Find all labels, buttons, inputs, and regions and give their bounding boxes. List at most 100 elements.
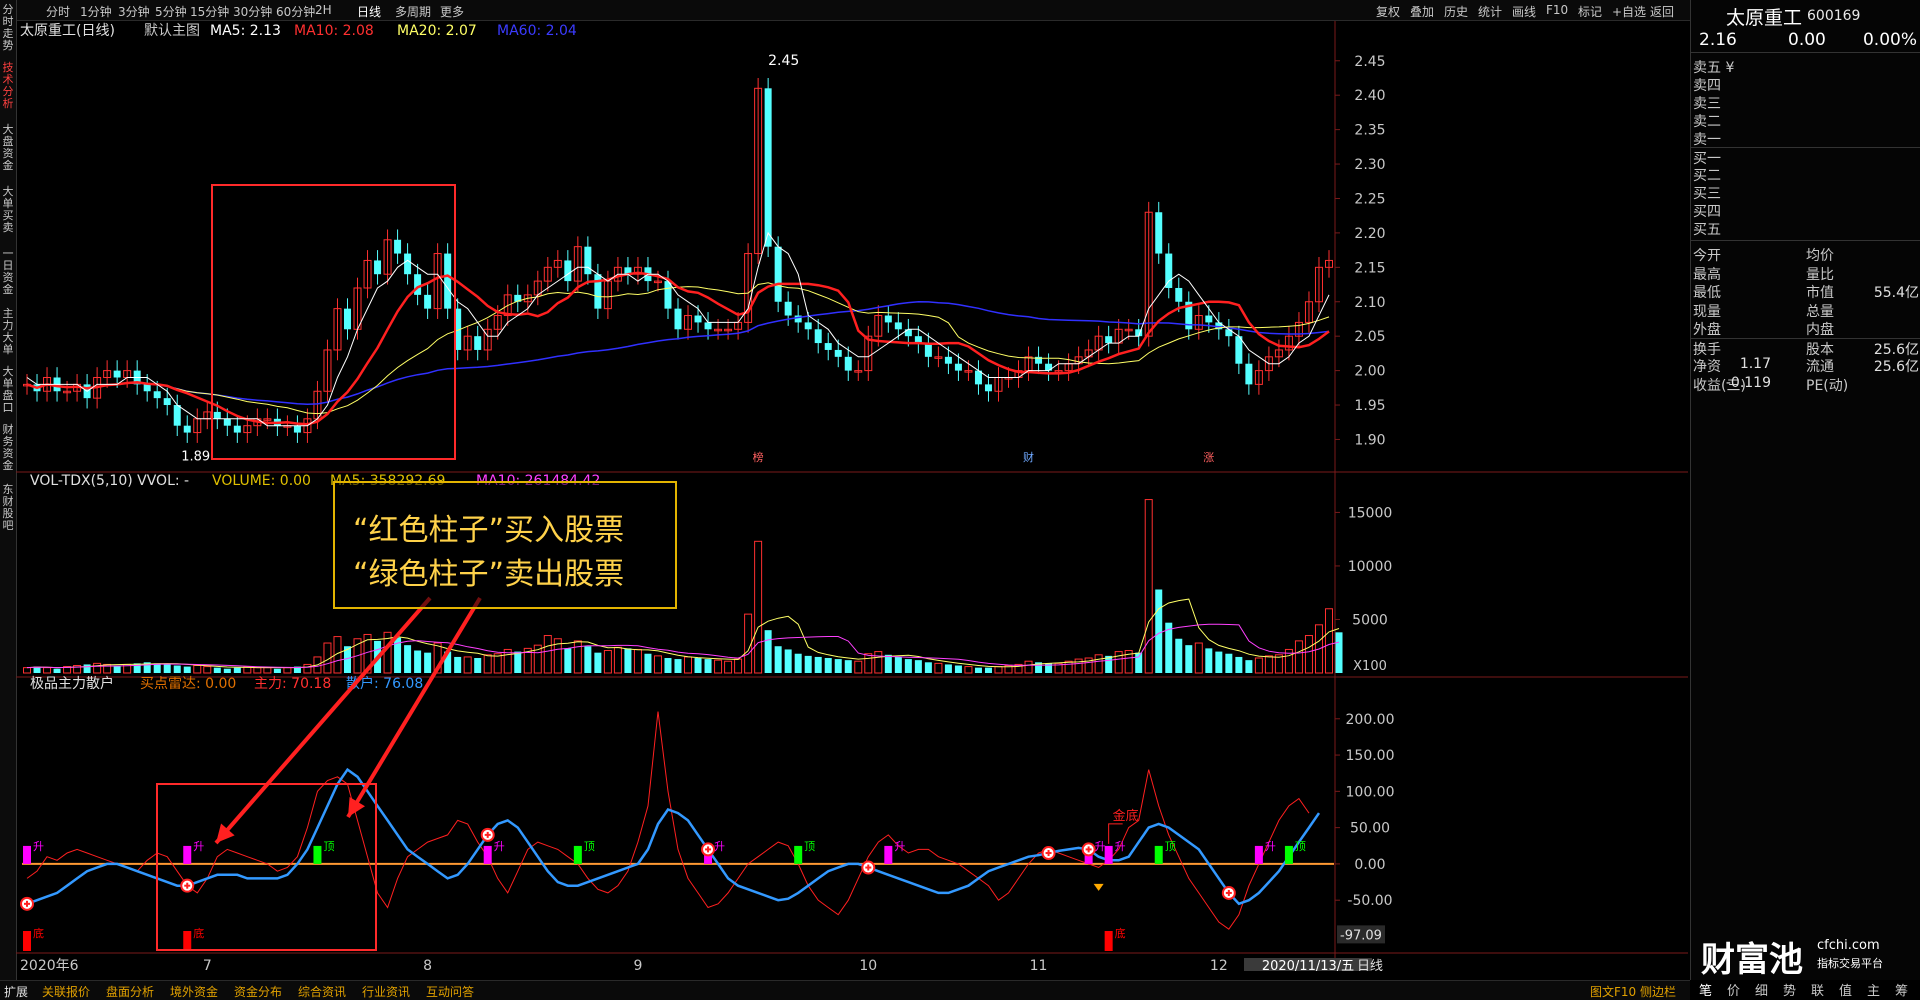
volume-bar-up <box>253 667 262 674</box>
timeframe-6[interactable]: 60分钟 <box>276 3 315 20</box>
volume-bar-up <box>1074 658 1083 674</box>
panel-tab-4[interactable]: 联 <box>1811 980 1824 999</box>
highlight-box-indicator <box>156 783 377 951</box>
y-tick-label: 15000 <box>1348 505 1393 521</box>
orderbook-label: 卖四 <box>1693 78 1721 94</box>
bottom-tab-6[interactable]: 行业资讯 <box>362 983 410 1000</box>
timeframe-2[interactable]: 3分钟 <box>118 3 150 20</box>
panel-tab-7[interactable]: 筹 <box>1895 980 1908 999</box>
panel-tab-3[interactable]: 势 <box>1783 980 1796 999</box>
volume-bar-up <box>93 662 102 674</box>
volume-bar-down <box>454 656 462 673</box>
timeframe-4[interactable]: 15分钟 <box>190 3 229 20</box>
nav-tab-4[interactable]: 一日资金 <box>1 248 15 296</box>
timeframe-9[interactable]: 多周期 <box>395 3 431 20</box>
stat-label: 市值 <box>1806 285 1834 301</box>
tool-4[interactable]: 画线 <box>1512 3 1536 20</box>
sheng-marker <box>884 845 893 864</box>
volume-bar-down <box>424 652 432 673</box>
stat-label: 内盘 <box>1806 322 1834 338</box>
jin-di-label: 金底 <box>1113 808 1139 824</box>
stock-chart[interactable]: 1.90 1.95 2.00 2.05 2.10 2.15 2.20 2.25 2.30 2.35… <box>16 21 1688 971</box>
nav-tab-1[interactable]: 技术分析 <box>1 62 15 110</box>
annotation-line-2: “绿色柱子”卖出股票 <box>353 557 625 592</box>
tool-8[interactable]: 返回 <box>1650 3 1674 20</box>
tool-6[interactable]: 标记 <box>1578 3 1602 20</box>
y-tick-label: 5000 <box>1352 612 1388 628</box>
tool-5[interactable]: F10 <box>1546 3 1568 17</box>
candle-down <box>374 260 382 275</box>
candle-down <box>143 384 151 392</box>
tool-2[interactable]: 历史 <box>1444 3 1468 20</box>
timeframe-0[interactable]: 分时 <box>46 3 70 20</box>
bottom-tab-0[interactable]: 扩展 <box>4 983 28 1000</box>
nav-tab-8[interactable]: 东财股吧 <box>1 484 15 532</box>
candle-down <box>414 274 422 295</box>
volume-bar-down <box>113 665 121 673</box>
nav-tab-3[interactable]: 大单买卖 <box>1 186 15 234</box>
candle-down <box>404 253 412 275</box>
candle-down <box>844 356 852 371</box>
orderbook-row: 卖一 <box>1691 129 1920 148</box>
panel-tab-6[interactable]: 主 <box>1867 980 1880 999</box>
candle-down <box>884 315 892 323</box>
timeframe-1[interactable]: 1分钟 <box>80 3 112 20</box>
nav-tab-0[interactable]: 分时走势 <box>1 4 15 52</box>
sheng-marker <box>1254 845 1263 864</box>
cursor-date: 2020/11/13/五 <box>1262 959 1354 971</box>
bottom-tab-4[interactable]: 资金分布 <box>234 983 282 1000</box>
bottom-tab-3[interactable]: 境外资金 <box>170 983 218 1000</box>
panel-tab-1[interactable]: 价 <box>1727 980 1740 999</box>
panel-tab-5[interactable]: 值 <box>1839 980 1852 999</box>
bottom-tab-5[interactable]: 综合资讯 <box>298 983 346 1000</box>
high-mark: 2.45 <box>768 53 799 69</box>
stat-row: 现量 总量 <box>1691 301 1920 320</box>
sidebar-toggle[interactable]: 图文F10 侧边栏 <box>1590 983 1676 1000</box>
x-tick-label: 7 <box>203 958 212 971</box>
y-tick-label: 2.25 <box>1354 191 1385 207</box>
candle-down <box>564 260 572 282</box>
orderbook-row: 卖三 <box>1691 93 1920 112</box>
vol-legend-volume: VOLUME: 0.00 <box>212 473 311 489</box>
candle-down <box>1205 315 1213 323</box>
stat-value: 25.6亿 <box>1873 359 1919 375</box>
tool-1[interactable]: 叠加 <box>1410 3 1434 20</box>
y-tick-label: 200.00 <box>1346 712 1395 728</box>
panel-tab-2[interactable]: 细 <box>1755 980 1768 999</box>
volume-bar-down <box>213 667 221 673</box>
nav-tab-6[interactable]: 大单盘口 <box>1 366 15 414</box>
nav-tab-5[interactable]: 主力大单 <box>1 308 15 356</box>
logo-tagline: 指标交易平台 <box>1817 957 1883 970</box>
bottom-tab-7[interactable]: 互动问答 <box>426 983 474 1000</box>
volume-bar-down <box>173 665 181 673</box>
candle-down <box>944 356 952 364</box>
bottom-tab-1[interactable]: 关联报价 <box>42 983 90 1000</box>
price-change: 0.00 <box>1788 30 1826 50</box>
y-tick-label: 2.40 <box>1354 88 1385 104</box>
nav-tab-2[interactable]: 大盘资金 <box>1 124 15 172</box>
tool-7[interactable]: +自选 <box>1612 3 1646 20</box>
candle-down <box>764 88 772 247</box>
candle-down <box>834 349 842 357</box>
stat-label: 最低 <box>1693 285 1721 301</box>
volume-bar-down <box>1245 660 1253 673</box>
timeframe-7[interactable]: 2H <box>315 3 332 17</box>
candle-down <box>894 322 902 330</box>
timeframe-10[interactable]: 更多 <box>440 3 464 20</box>
volume-bar-up <box>754 540 763 674</box>
timeframe-8[interactable]: 日线 <box>357 3 381 20</box>
tool-3[interactable]: 统计 <box>1478 3 1502 20</box>
y-tick-label: 2.00 <box>1354 364 1385 380</box>
timeframe-5[interactable]: 30分钟 <box>233 3 272 20</box>
timeframe-3[interactable]: 5分钟 <box>155 3 187 20</box>
candle-down <box>1045 363 1053 371</box>
nav-tab-7[interactable]: 财务资金 <box>1 424 15 472</box>
volume-bar-down <box>674 659 682 673</box>
di-marker <box>1104 931 1113 951</box>
candle-down <box>1225 329 1233 337</box>
bottom-tab-2[interactable]: 盘面分析 <box>106 983 154 1000</box>
volume-bar-up <box>1264 655 1273 674</box>
orderbook-row: 买五 <box>1691 219 1920 238</box>
panel-tab-0[interactable]: 笔 <box>1699 980 1712 999</box>
tool-0[interactable]: 复权 <box>1376 3 1400 20</box>
